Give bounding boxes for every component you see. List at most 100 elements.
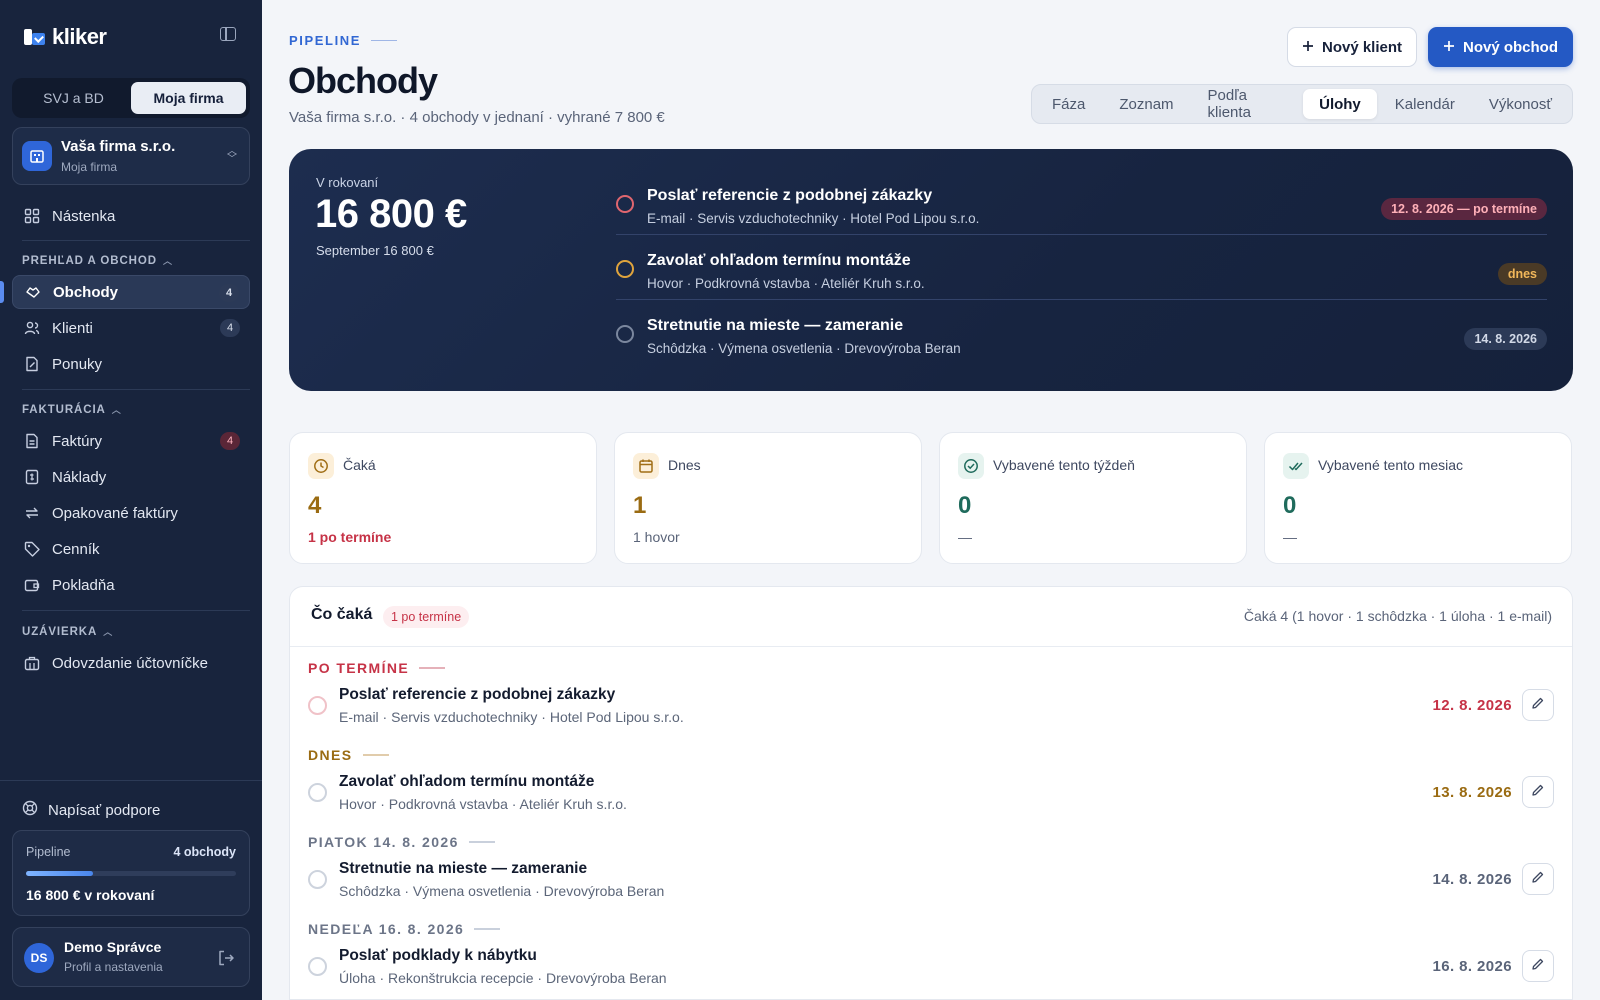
document-edit-icon [24, 356, 40, 372]
user-profile[interactable]: DS Demo Správce Profil a nastavenia [12, 927, 250, 987]
sidebar-item-odovzdanie[interactable]: Odovzdanie účtovníčke [12, 646, 250, 680]
sidebar-item-label: Odovzdanie účtovníčke [52, 654, 208, 672]
task-title[interactable]: Poslať referencie z podobnej zákazky [339, 686, 615, 704]
task-check-circle[interactable] [308, 783, 327, 802]
pencil-icon [1531, 957, 1545, 976]
sidebar-item-nastenka[interactable]: Nástenka [12, 199, 250, 233]
stat-card-mesiac: Vybavené tento mesiac 0 — [1264, 432, 1572, 564]
button-label: Nový klient [1321, 38, 1403, 56]
sidebar-item-cennik[interactable]: Cenník [12, 532, 250, 566]
kliker-logo-icon [24, 27, 46, 47]
segment-svj[interactable]: SVJ a BD [16, 82, 131, 114]
tab-kalendar[interactable]: Kalendár [1379, 89, 1471, 119]
stat-value: 4 [308, 492, 322, 519]
chevron-up-icon: ︿ [162, 256, 173, 266]
receipt-icon [24, 469, 40, 485]
count-badge: 4 [219, 284, 239, 302]
task-title[interactable]: Poslať podklady k nábytku [339, 947, 537, 965]
double-check-icon [1283, 453, 1309, 479]
group-label: DNES [308, 747, 353, 763]
divider [22, 240, 250, 241]
logout-icon[interactable] [217, 949, 235, 972]
tasks-summary: Čaká 4 (1 hovor · 1 schôdzka · 1 úloha ·… [1243, 608, 1552, 624]
task-check-circle[interactable] [616, 260, 634, 278]
group-line [474, 928, 501, 930]
hero-task-item[interactable]: Stretnutie na mieste — zameranie Schôdzk… [616, 301, 1547, 365]
sidebar-item-pokladna[interactable]: Pokladňa [12, 568, 250, 602]
company-switcher[interactable]: Vaša firma s.r.o. Moja firma ︿ ﹀ [12, 127, 250, 185]
section-label: PREHĽAD A OBCHOD [22, 254, 157, 267]
task-title[interactable]: Stretnutie na mieste — zameranie [339, 860, 587, 878]
edit-button[interactable] [1522, 950, 1554, 982]
task-meta: Úloha · Rekonštrukcia recepcie · Drevový… [339, 970, 667, 986]
stat-value: 1 [633, 492, 647, 519]
button-label: Nový obchod [1462, 38, 1558, 56]
task-check-circle[interactable] [616, 325, 634, 343]
task-date: 13. 8. 2026 [1432, 784, 1512, 801]
new-client-button[interactable]: Nový klient [1287, 27, 1417, 67]
sidebar-item-faktury[interactable]: Faktúry 4 [12, 424, 250, 458]
task-check-circle[interactable] [308, 870, 327, 889]
tab-ulohy[interactable]: Úlohy [1303, 89, 1377, 119]
sidebar-item-klienti[interactable]: Klienti 4 [12, 311, 250, 345]
grid-icon [24, 208, 40, 224]
support-link[interactable]: Napísať podpore [22, 800, 160, 820]
sidebar-item-obchody[interactable]: Obchody 4 [12, 275, 250, 309]
task-meta: Schôdzka · Výmena osvetlenia · Drevovýro… [647, 341, 961, 356]
check-circle-icon [958, 453, 984, 479]
task-title[interactable]: Zavolať ohľadom termínu montáže [339, 773, 594, 791]
task-check-circle[interactable] [616, 195, 634, 213]
company-subtitle: Moja firma [61, 160, 118, 174]
count-badge: 4 [220, 319, 240, 337]
wallet-icon [24, 577, 40, 593]
new-deal-button[interactable]: Nový obchod [1428, 27, 1573, 67]
sidebar-item-naklady[interactable]: Náklady [12, 460, 250, 494]
page-subtitle: Vaša firma s.r.o. · 4 obchody v jednaní … [289, 109, 665, 126]
tab-zoznam[interactable]: Zoznam [1103, 89, 1189, 119]
pipeline-progress-fill [26, 871, 94, 876]
sidebar-item-opakovane-faktury[interactable]: Opakované faktúry [12, 496, 250, 530]
active-indicator [0, 281, 4, 303]
hero-task-item[interactable]: Poslať referencie z podobnej zákazky E-m… [616, 171, 1547, 235]
workspace-switch: SVJ a BD Moja firma [12, 78, 250, 118]
edit-button[interactable] [1522, 776, 1554, 808]
stat-sub: 1 hovor [633, 529, 680, 545]
section-uzavierka[interactable]: UZÁVIERKA ︿ [22, 625, 113, 638]
task-meta: E-mail · Servis vzduchotechniky · Hotel … [647, 211, 980, 226]
tab-faza[interactable]: Fáza [1036, 89, 1101, 119]
divider [22, 389, 250, 390]
task-meta: E-mail · Servis vzduchotechniky · Hotel … [339, 709, 684, 725]
tab-vykonost[interactable]: Výkonosť [1473, 89, 1568, 119]
plus-icon [1302, 39, 1314, 56]
sidebar-item-label: Pokladňa [52, 576, 115, 594]
brand-logo[interactable]: kliker [24, 24, 107, 50]
task-check-circle[interactable] [308, 696, 327, 715]
building-icon [22, 141, 52, 171]
task-title: Stretnutie na mieste — zameranie [647, 317, 904, 334]
stat-sub: — [1283, 529, 1297, 545]
section-fakturacia[interactable]: FAKTURÁCIA ︿ [22, 403, 122, 416]
task-due-badge: 14. 8. 2026 [1464, 328, 1547, 350]
section-prehlad[interactable]: PREHĽAD A OBCHOD ︿ [22, 254, 173, 267]
task-title: Poslať referencie z podobnej zákazky [647, 187, 933, 204]
edit-button[interactable] [1522, 689, 1554, 721]
edit-button[interactable] [1522, 863, 1554, 895]
page-eyebrow: PIPELINE [289, 33, 398, 48]
pipeline-summary[interactable]: Pipeline 4 obchody 16 800 € v rokovaní [12, 830, 250, 916]
group-heading: PO TERMÍNE [308, 660, 446, 676]
task-due-badge: 12. 8. 2026 — po termíne [1381, 198, 1547, 220]
hero-label: V rokovaní [316, 175, 379, 190]
sidebar-toggle-icon[interactable] [220, 27, 236, 41]
tab-podla-klienta[interactable]: Podľa klienta [1192, 87, 1302, 121]
segment-moja-firma[interactable]: Moja firma [131, 82, 246, 114]
hero-task-item[interactable]: Zavolať ohľadom termínu montáže Hovor · … [616, 236, 1547, 300]
sidebar: kliker SVJ a BD Moja firma Vaša firma s.… [0, 0, 262, 1000]
task-check-circle[interactable] [308, 957, 327, 976]
pipeline-label: Pipeline [26, 845, 71, 859]
tag-icon [24, 541, 40, 557]
plus-icon [1443, 39, 1455, 56]
user-subtitle: Profil a nastavenia [64, 960, 163, 974]
hero-amount: 16 800 € [315, 192, 467, 236]
pencil-icon [1531, 696, 1545, 715]
sidebar-item-ponuky[interactable]: Ponuky [12, 347, 250, 381]
